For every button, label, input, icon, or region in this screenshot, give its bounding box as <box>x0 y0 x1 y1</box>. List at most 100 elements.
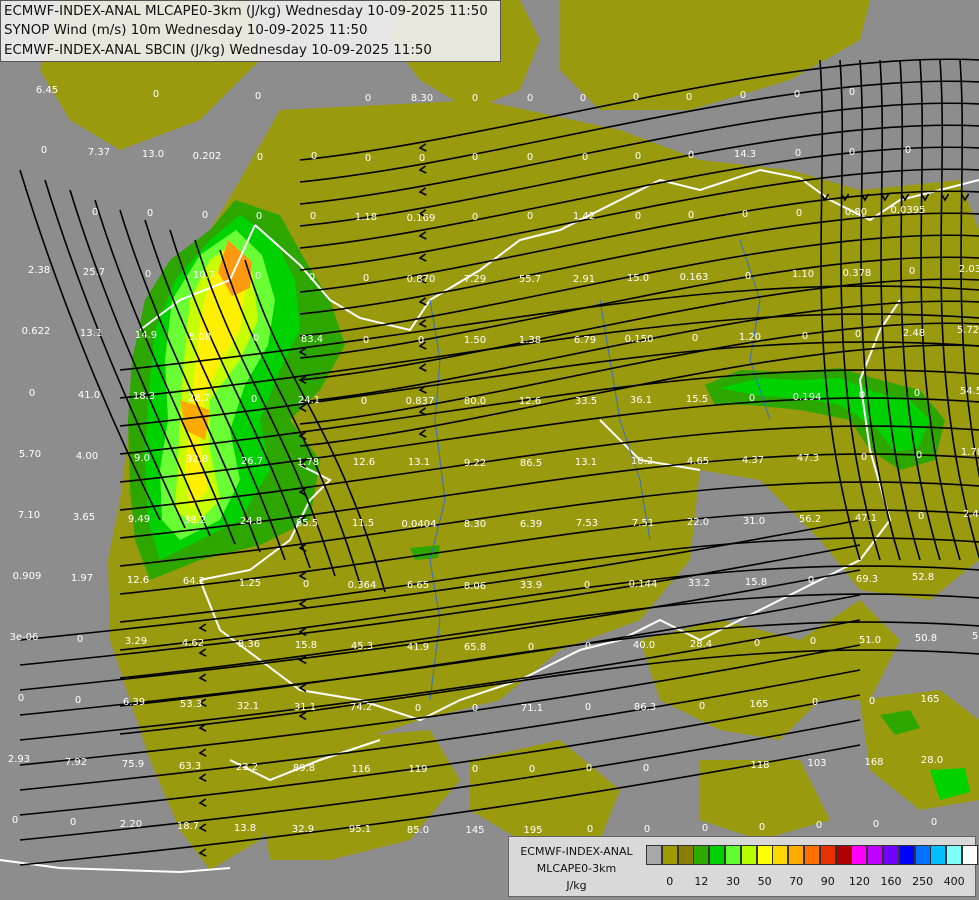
point-value: 0 <box>580 93 586 104</box>
point-value: 0 <box>303 579 309 590</box>
point-value: 5.72 <box>957 325 979 336</box>
point-value: 2.48 <box>963 509 979 520</box>
legend-swatch <box>740 845 757 865</box>
point-value: 4.62 <box>182 638 204 649</box>
legend-tick-label: 0 <box>666 875 674 888</box>
point-value: 0 <box>742 209 748 220</box>
point-value: 0 <box>529 764 535 775</box>
point-value: 0.80 <box>845 207 867 218</box>
legend-tick-label: 160 <box>880 875 902 888</box>
point-value: 6.65 <box>407 580 429 591</box>
legend-swatch <box>946 845 963 865</box>
point-value: 69.3 <box>856 574 878 585</box>
point-value: 0 <box>905 145 911 156</box>
point-value: 145 <box>465 825 484 836</box>
point-value: 0 <box>686 92 692 103</box>
legend-swatch <box>819 845 836 865</box>
point-value: 0 <box>251 394 257 405</box>
point-value: 0 <box>29 388 35 399</box>
legend-swatch <box>851 845 868 865</box>
point-value: 1.42 <box>573 211 595 222</box>
legend-swatch <box>898 845 915 865</box>
point-value: 8.30 <box>464 519 486 530</box>
point-value: 13.0 <box>142 149 164 160</box>
point-value: 24.8 <box>240 516 262 527</box>
header-line-cape: ECMWF-INDEX-ANAL MLCAPE0-3km (J/kg) Wedn… <box>4 4 488 19</box>
point-value: 0 <box>255 91 261 102</box>
point-value: 7.51 <box>632 518 654 529</box>
point-value: 195 <box>523 825 542 836</box>
point-value: 23.2 <box>236 762 258 773</box>
point-value: 0 <box>816 820 822 831</box>
point-value: 0 <box>472 93 478 104</box>
point-value: 0 <box>688 210 694 221</box>
legend-swatch <box>693 845 710 865</box>
point-value: 0 <box>472 212 478 223</box>
point-value: 38.2 <box>184 515 206 526</box>
legend-swatch <box>756 845 773 865</box>
point-value: 15.0 <box>627 273 649 284</box>
point-value: 85.5 <box>296 518 318 529</box>
point-value: 0 <box>849 87 855 98</box>
point-value: 0 <box>794 89 800 100</box>
point-value: 0 <box>795 148 801 159</box>
point-value: 83.4 <box>301 334 323 345</box>
point-value: 0 <box>754 638 760 649</box>
point-value: 28.7 <box>188 393 210 404</box>
point-value: 0.150 <box>625 334 654 345</box>
point-value: 168 <box>864 757 883 768</box>
point-value: 0 <box>202 210 208 221</box>
point-value: 8.36 <box>238 639 260 650</box>
point-value: 0 <box>582 152 588 163</box>
point-value: 0 <box>585 641 591 652</box>
header-line-cin: ECMWF-INDEX-ANAL SBCIN (J/kg) Wednesday … <box>4 43 432 58</box>
point-value: 0 <box>41 145 47 156</box>
weather-map: 6.45 0 0 0 8.30 0 0 0 0 0 0 0 0 0 7.37 13.0 0.202 0 0 0 0 0 0 0… <box>0 0 979 900</box>
point-value: 0 <box>18 693 24 704</box>
point-value: 0.144 <box>629 579 658 590</box>
point-value: 4.65 <box>687 456 709 467</box>
legend-source: ECMWF-INDEX-ANAL <box>520 845 633 858</box>
point-value: 0 <box>527 211 533 222</box>
point-value: 9.22 <box>464 458 486 469</box>
legend-tick-label: 12 <box>694 875 709 888</box>
point-value: 4.37 <box>742 455 764 466</box>
point-value: 8.30 <box>411 93 433 104</box>
point-value: 2.91 <box>573 274 595 285</box>
point-value: 0 <box>365 93 371 104</box>
point-value: 13.1 <box>408 457 430 468</box>
point-value: 7.92 <box>65 757 87 768</box>
point-value: 119 <box>408 764 427 775</box>
point-value: 0.194 <box>793 392 822 403</box>
point-value: 0 <box>914 388 920 399</box>
legend-swatch <box>930 845 947 865</box>
point-value: 3e-06 <box>10 632 39 643</box>
point-value: 1.97 <box>71 573 93 584</box>
point-value: 74.2 <box>350 702 372 713</box>
point-value: 0 <box>255 271 261 282</box>
point-value: 0 <box>812 697 818 708</box>
point-value: 0 <box>699 701 705 712</box>
point-value: 52.8 <box>912 572 934 583</box>
point-value: 0 <box>311 151 317 162</box>
point-value: 0 <box>873 819 879 830</box>
point-value: 63.3 <box>179 761 201 772</box>
point-value: 41.0 <box>78 390 100 401</box>
legend-parameter: MLCAPE0-3km <box>536 862 617 875</box>
point-value: 71.1 <box>521 703 543 714</box>
point-value: 0 <box>808 575 814 586</box>
legend-swatch <box>914 845 931 865</box>
point-value: 0 <box>918 511 924 522</box>
legend-swatch <box>725 845 741 865</box>
point-value: 0 <box>527 93 533 104</box>
legend-tick-label: 90 <box>820 875 835 888</box>
point-value: 65.8 <box>464 642 486 653</box>
point-value: 33.5 <box>575 396 597 407</box>
point-value: 15.5 <box>686 394 708 405</box>
point-value: 89.8 <box>293 763 315 774</box>
point-value: 0 <box>77 634 83 645</box>
point-value: 33.9 <box>520 580 542 591</box>
point-value: 0.0404 <box>402 519 437 530</box>
point-value: 33.2 <box>688 578 710 589</box>
point-value: 0 <box>12 815 18 826</box>
